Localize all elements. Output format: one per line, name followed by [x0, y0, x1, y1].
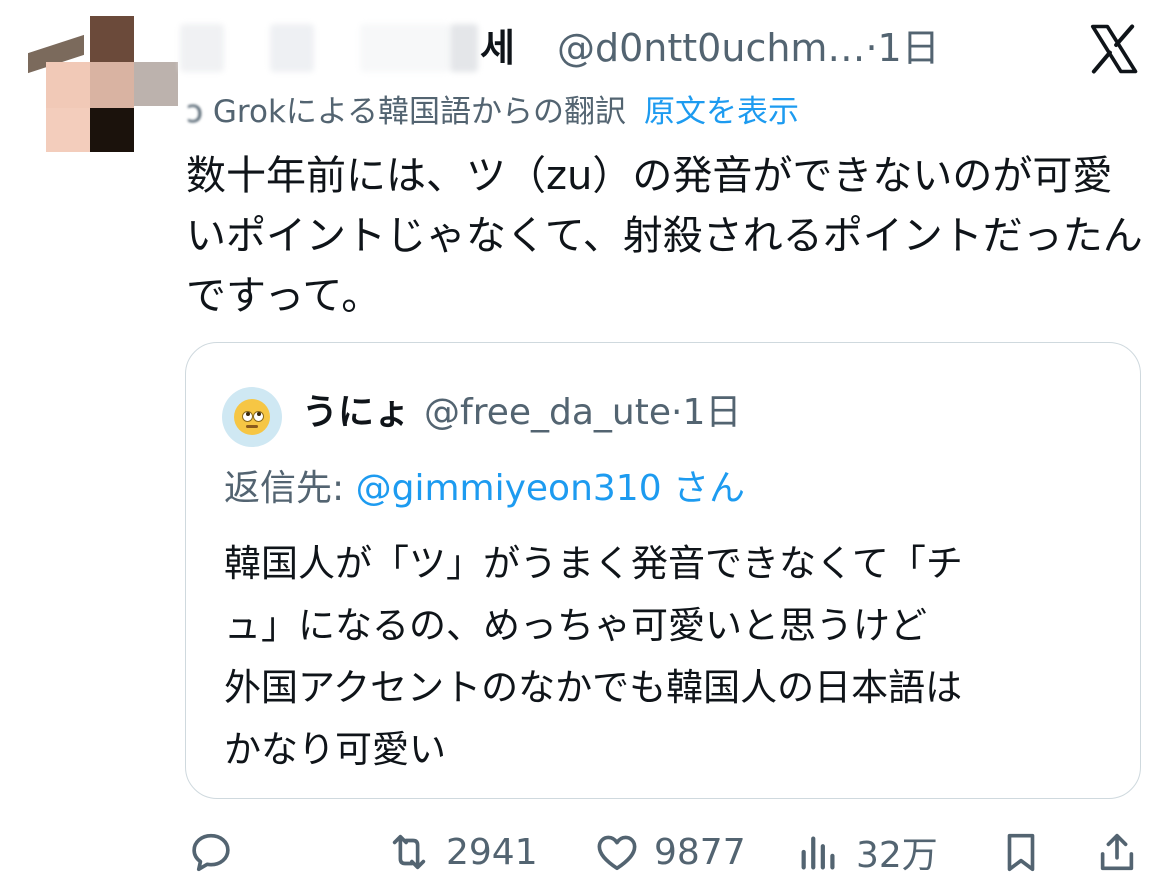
avatar-pixel: [46, 62, 90, 108]
reply-icon: [192, 833, 230, 872]
retweet-icon: [392, 834, 426, 870]
x-logo-icon[interactable]: [1086, 22, 1140, 76]
avatar-pixel: [90, 16, 134, 62]
reply-button[interactable]: [188, 822, 234, 882]
author-handle-line[interactable]: @d0ntt0uchm…·1日: [557, 22, 940, 74]
quoted-author-handle[interactable]: @free_da_ute: [424, 392, 671, 433]
quoted-time[interactable]: 1日: [682, 392, 741, 433]
emoji-eye: [253, 411, 264, 422]
author-handle[interactable]: @d0ntt0uchm…: [557, 26, 865, 70]
redacted-name-block: [270, 24, 314, 72]
avatar-pixel: [46, 108, 90, 152]
quoted-author-handle-line[interactable]: @free_da_ute·1日: [424, 392, 741, 433]
share-button[interactable]: [1094, 822, 1140, 882]
translation-label: Grokによる韓国語からの翻訳: [212, 94, 626, 130]
show-original-link[interactable]: 原文を表示: [644, 94, 799, 130]
quoted-text-line: ュ」になるの、めっちゃ可愛いと思うけど: [224, 604, 927, 647]
eye-roll-emoji-icon: [234, 399, 270, 435]
quoted-author-avatar[interactable]: [222, 387, 282, 447]
avatar-pixel: [90, 62, 134, 108]
views-button[interactable]: 32万: [796, 822, 938, 882]
reply-suffix[interactable]: さん: [673, 468, 745, 509]
separator-dot: ·: [671, 392, 683, 433]
tweet-time[interactable]: 1日: [878, 26, 940, 70]
avatar-pixel: [90, 108, 134, 152]
like-count: 9877: [654, 831, 746, 873]
reply-to-line: 返信先: @gimmiyeon310 さん: [224, 463, 745, 515]
like-button[interactable]: 9877: [594, 822, 746, 882]
tweet-header: 세 @d0ntt0uchm…·1日: [180, 22, 980, 78]
quoted-tweet[interactable]: うにょ @free_da_ute·1日 返信先: @gimmiyeon310 さん…: [185, 342, 1141, 799]
author-name[interactable]: 세: [480, 22, 515, 74]
redacted-name-block: [180, 24, 224, 72]
reply-mention-link[interactable]: @gimmiyeon310 さん: [356, 468, 745, 509]
reply-prefix: 返信先:: [224, 468, 345, 509]
author-avatar[interactable]: [28, 16, 183, 156]
translation-bar: ɔ Grokによる韓国語からの翻訳 原文を表示: [186, 90, 799, 134]
quoted-text-line: 外国アクセントのなかでも韓国人の日本語は: [224, 666, 963, 709]
bookmark-icon: [1007, 833, 1035, 872]
emoji-eye: [242, 411, 253, 422]
retweet-count: 2941: [446, 831, 538, 873]
views-chart-icon: [801, 836, 835, 870]
share-icon: [1100, 833, 1134, 871]
heart-icon: [597, 835, 637, 871]
action-bar: 2941 9877 32万: [0, 822, 1170, 882]
quoted-author-name[interactable]: うにょ: [302, 392, 410, 433]
tweet-text: 数十年前には、ツ（zu）の発音ができないのが可愛いポイントじゃなくて、射殺される…: [186, 153, 1143, 319]
redacted-name-block: [360, 24, 450, 72]
quoted-header: うにょ @free_da_ute·1日: [302, 387, 741, 439]
emoji-mouth: [246, 425, 258, 428]
quoted-text: 韓国人が「ツ」がうまく発音できなくて「チ ュ」になるの、めっちゃ可愛いと思うけど…: [224, 533, 1104, 781]
views-count: 32万: [856, 835, 938, 876]
grok-icon: ɔ: [186, 94, 213, 130]
redacted-name-block: [450, 24, 478, 72]
avatar-pixel: [134, 62, 178, 106]
separator-dot: ·: [865, 26, 878, 70]
quoted-text-line: 韓国人が「ツ」がうまく発音できなくて「チ: [224, 542, 963, 585]
retweet-button[interactable]: 2941: [386, 822, 538, 882]
quoted-text-line: かなり可愛い: [224, 728, 446, 771]
reply-mention[interactable]: @gimmiyeon310: [356, 468, 662, 509]
bookmark-button[interactable]: [998, 822, 1044, 882]
